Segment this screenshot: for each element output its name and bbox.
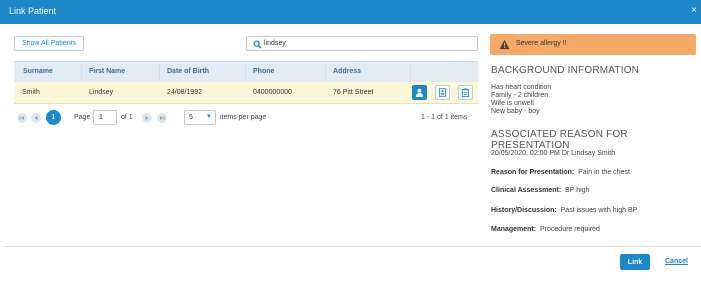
close-icon[interactable]: × (691, 5, 697, 16)
search-input[interactable]: lindsey (246, 36, 478, 51)
clipboard-icon (461, 88, 470, 97)
cell-address: 76 Pitt Street (333, 89, 374, 96)
view-patient-button[interactable] (412, 85, 427, 100)
cancel-button[interactable]: Cancel (665, 258, 688, 265)
patient-details-button[interactable] (435, 85, 450, 100)
warning-icon (499, 39, 510, 50)
search-icon (253, 40, 262, 49)
reason-field: Reason for Presentation: Pain in the che… (491, 169, 630, 176)
page-size-select[interactable]: 5 ▼ (184, 110, 216, 125)
field-value: Procedure required (540, 226, 600, 233)
cell-phone: 0400000000 (253, 89, 292, 96)
column-header-first-name[interactable]: First Name (89, 68, 125, 75)
pager-prev-button[interactable] (31, 113, 41, 123)
table-row[interactable]: Smith Lindsey 24/08/1992 0400000000 76 P… (14, 82, 478, 104)
pager-of-label: of 1 (121, 114, 133, 121)
presentation-meta: 20/05/2020, 02:00 PM Dr Lindsay Smith (491, 150, 616, 157)
last-page-icon (160, 116, 165, 120)
field-label: History/Discussion: (491, 207, 557, 214)
chevron-down-icon: ▼ (206, 114, 212, 120)
field-label: Management: (491, 226, 537, 233)
pager-last-button[interactable] (157, 113, 167, 123)
management-field: Management: Procedure required (491, 226, 600, 233)
person-icon (415, 88, 424, 97)
pager-current-page[interactable]: 1 (46, 110, 61, 125)
show-all-patients-button[interactable]: Show All Patients (14, 36, 84, 51)
chevron-right-icon (145, 116, 149, 120)
pager-page-label: Page (74, 114, 91, 121)
background-line: Has heart condition (491, 84, 552, 91)
column-header-phone[interactable]: Phone (253, 68, 274, 75)
history-field: History/Discussion: Past issues with hig… (491, 207, 637, 214)
field-value: Pain in the chest (578, 169, 630, 176)
column-header-address[interactable]: Address (333, 68, 361, 75)
page-size-value: 5 (189, 114, 193, 121)
cell-first-name: Lindsey (89, 89, 114, 96)
background-line: Wife is unwell (491, 100, 534, 107)
search-value: lindsey (264, 40, 286, 47)
alert-text: Severe allergy !! (516, 40, 567, 47)
column-header-surname[interactable]: Surname (23, 68, 53, 75)
link-button[interactable]: Link (620, 254, 650, 270)
page-number-input[interactable]: 1 (93, 110, 117, 125)
allergy-alert: Severe allergy !! (490, 34, 696, 55)
patient-notes-button[interactable] (458, 85, 473, 100)
footer-divider (4, 246, 701, 247)
first-page-icon (19, 116, 24, 120)
dialog-titlebar: Link Patient × (0, 0, 701, 24)
dialog-title: Link Patient (9, 6, 57, 16)
background-line: New baby - boy (491, 108, 540, 115)
field-label: Clinical Assessment: (491, 187, 562, 194)
background-line: Family - 2 children (491, 92, 549, 99)
field-value: BP high (565, 187, 590, 194)
column-header-dob[interactable]: Date of Birth (167, 68, 209, 75)
pager-summary: 1 - 1 of 1 items (421, 114, 468, 121)
background-heading: BACKGROUND INFORMATION (491, 65, 640, 76)
presentation-heading: ASSOCIATED REASON FOR PRESENTATION (491, 129, 628, 151)
cell-surname: Smith (22, 89, 40, 96)
items-per-page-label: items per page (220, 114, 267, 121)
chevron-left-icon (34, 116, 38, 120)
pager-first-button[interactable] (17, 113, 27, 123)
id-card-icon (438, 88, 447, 97)
field-value: Past issues with high BP (560, 207, 638, 214)
assessment-field: Clinical Assessment: BP high (491, 187, 589, 194)
pager-next-button[interactable] (142, 113, 152, 123)
cell-dob: 24/08/1992 (167, 89, 203, 96)
field-label: Reason for Presentation: (491, 169, 575, 176)
grid-header: Surname First Name Date of Birth Phone A… (14, 61, 478, 82)
